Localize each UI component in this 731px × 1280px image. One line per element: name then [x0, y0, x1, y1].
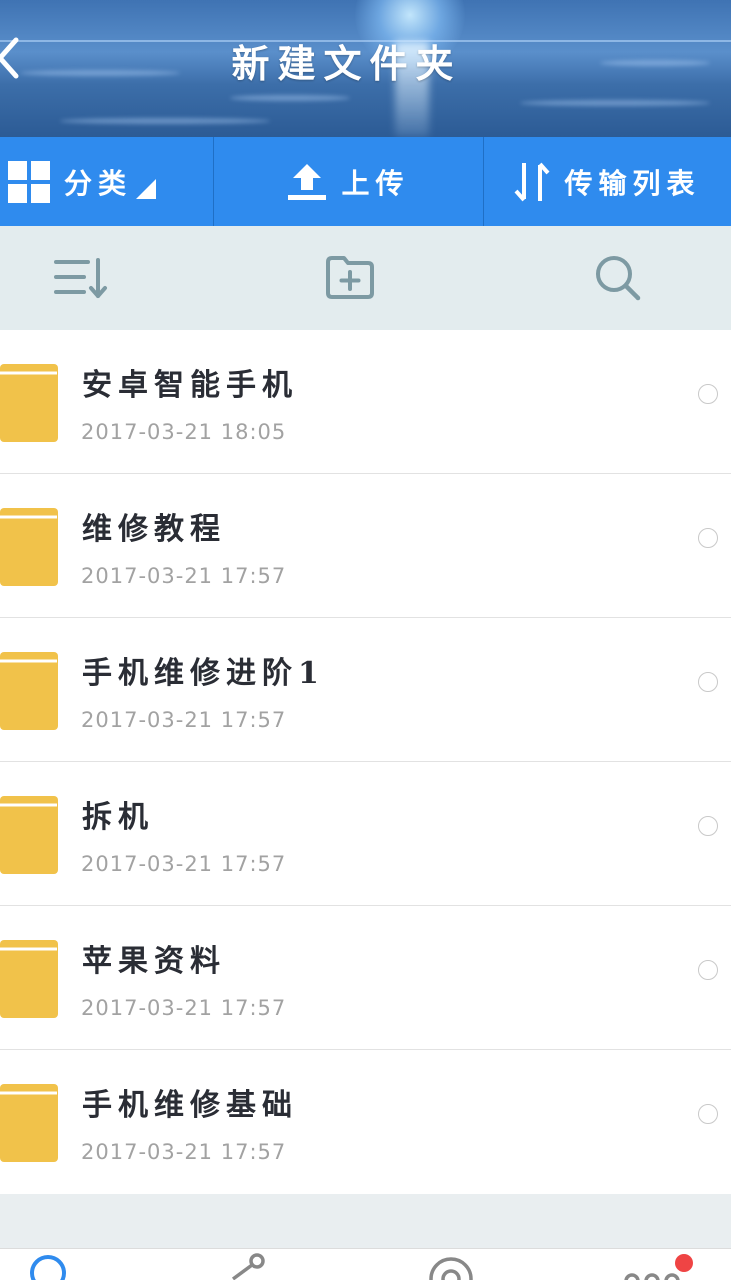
more-icon [624, 1273, 680, 1280]
transfer-list-button[interactable]: 传输列表 [484, 137, 731, 226]
folder-icon [0, 796, 58, 874]
header: 新建文件夹 [0, 0, 731, 137]
file-name: 安卓智能手机 [82, 368, 298, 403]
header-wave [230, 95, 350, 101]
folder-icon [0, 364, 58, 442]
sort-button[interactable] [54, 256, 108, 304]
category-button[interactable]: 分类 [0, 137, 214, 226]
nav-discover[interactable] [427, 1249, 475, 1280]
grid-icon [8, 160, 50, 203]
select-radio[interactable] [698, 528, 718, 548]
list-item[interactable]: 维修教程 2017-03-21 17:57 [0, 474, 731, 618]
folder-icon [0, 1084, 58, 1162]
list-item[interactable]: 苹果资料 2017-03-21 17:57 [0, 906, 731, 1050]
list-item[interactable]: 安卓智能手机 2017-03-21 18:05 [0, 330, 731, 474]
folder-icon [0, 652, 58, 730]
category-label: 分类 [64, 166, 133, 200]
list-item[interactable]: 拆机 2017-03-21 17:57 [0, 762, 731, 906]
list-item[interactable]: 手机维修进阶1 2017-03-21 17:57 [0, 618, 731, 762]
folder-icon [0, 508, 58, 586]
file-name: 手机维修基础 [82, 1088, 298, 1123]
new-folder-button[interactable] [325, 254, 375, 304]
header-wave [520, 100, 710, 106]
select-radio[interactable] [698, 672, 718, 692]
file-name: 苹果资料 [82, 944, 226, 979]
file-date: 2017-03-21 17:57 [81, 1140, 287, 1164]
dropdown-triangle-icon [136, 178, 157, 199]
home-icon [30, 1255, 66, 1280]
file-date: 2017-03-21 17:57 [81, 852, 287, 876]
transfer-list-label: 传输列表 [564, 166, 701, 200]
page-title: 新建文件夹 [231, 41, 462, 86]
file-name: 手机维修进阶1 [82, 656, 325, 691]
transfer-arrows-icon [514, 162, 550, 201]
notification-dot [675, 1254, 693, 1272]
file-name: 拆机 [82, 800, 154, 835]
action-bar [0, 226, 731, 330]
nav-share[interactable] [225, 1249, 271, 1280]
select-radio[interactable] [698, 960, 718, 980]
list-item[interactable]: 手机维修基础 2017-03-21 17:57 [0, 1050, 731, 1194]
file-date: 2017-03-21 18:05 [81, 420, 287, 444]
file-date: 2017-03-21 17:57 [81, 564, 287, 588]
select-radio[interactable] [698, 816, 718, 836]
folder-icon [0, 940, 58, 1018]
bottom-nav [0, 1248, 731, 1280]
toolbar: 分类 上传 传输列表 [0, 137, 731, 226]
search-icon [596, 256, 641, 301]
search-button[interactable] [594, 254, 642, 306]
sort-icon [54, 258, 107, 298]
file-date: 2017-03-21 17:57 [81, 996, 287, 1020]
file-list: 安卓智能手机 2017-03-21 18:05 维修教程 2017-03-21 … [0, 330, 731, 1194]
share-icon [231, 1253, 265, 1280]
header-wave [60, 118, 270, 124]
upload-button[interactable]: 上传 [214, 137, 484, 226]
list-bottom-space [0, 1195, 731, 1248]
nav-more[interactable] [624, 1249, 680, 1280]
new-folder-icon [326, 256, 374, 299]
upload-label: 上传 [341, 166, 410, 200]
select-radio[interactable] [698, 384, 718, 404]
upload-icon [288, 163, 327, 200]
file-name: 维修教程 [82, 512, 226, 547]
nav-home[interactable] [28, 1249, 68, 1280]
discover-icon [429, 1257, 473, 1280]
file-date: 2017-03-21 17:57 [81, 708, 287, 732]
select-radio[interactable] [698, 1104, 718, 1124]
